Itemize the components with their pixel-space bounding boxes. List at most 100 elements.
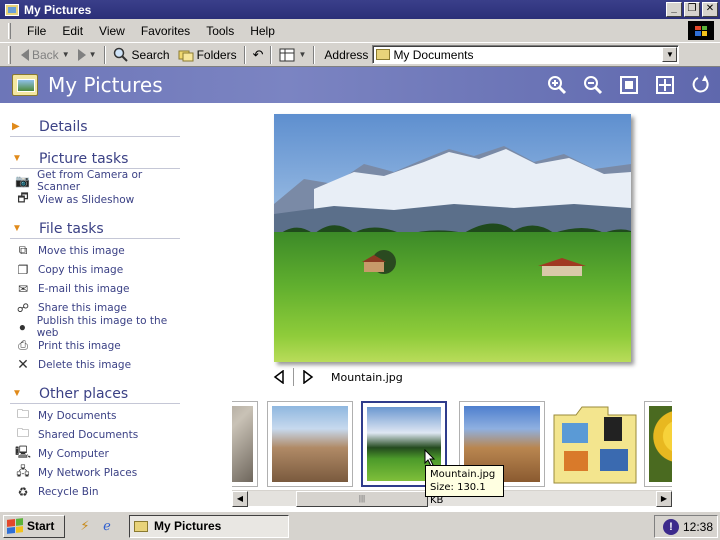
thumbnail[interactable] — [267, 401, 353, 487]
picture-tasks-header[interactable]: ▼ Picture tasks — [10, 149, 180, 169]
toolbar-grip[interactable] — [8, 45, 11, 64]
minimize-button[interactable]: _ — [666, 2, 682, 17]
back-label: Back — [32, 47, 59, 62]
zoom-out-button[interactable] — [582, 74, 604, 96]
place-shared-documents[interactable]: 🗀 Shared Documents — [10, 425, 180, 444]
thumbnail-image — [649, 406, 672, 482]
folders-button[interactable]: Folders — [174, 45, 241, 65]
forward-button[interactable]: ▼ — [74, 45, 101, 65]
task-publish-image[interactable]: ● Publish this image to the web — [10, 315, 180, 339]
previous-icon — [273, 370, 284, 384]
scrollbar-thumb[interactable]: ||| — [296, 491, 428, 507]
address-bar[interactable]: My Documents ▼ — [372, 45, 680, 64]
other-places-section: ▼ Other places 🗀 My Documents 🗀 Shared D… — [10, 384, 180, 501]
taskbar-window-label: My Pictures — [154, 519, 222, 533]
task-email-image[interactable]: ✉ E-mail this image — [10, 279, 180, 298]
image-preview[interactable] — [274, 114, 631, 362]
actual-size-icon — [656, 76, 674, 94]
task-label: Print this image — [38, 339, 121, 352]
thumbnail[interactable] — [232, 401, 258, 487]
move-icon: ⧉ — [18, 243, 28, 257]
search-button[interactable]: Search — [109, 45, 174, 65]
details-header[interactable]: ▶ Details — [10, 117, 180, 137]
toolbar-separator — [313, 45, 316, 64]
file-tasks-header[interactable]: ▼ File tasks — [10, 219, 180, 239]
task-label: Delete this image — [38, 358, 132, 371]
folder-header: My Pictures — [0, 67, 720, 103]
task-get-from-camera[interactable]: 📷 Get from Camera or Scanner — [10, 168, 180, 193]
place-label: Recycle Bin — [38, 485, 99, 498]
taskbar: Start ⚡ ℯ My Pictures ! 12:38 — [0, 511, 720, 540]
folders-label: Folders — [196, 47, 237, 62]
title-bar[interactable]: My Pictures _ ❐ ✕ — [0, 0, 720, 19]
internet-explorer-icon[interactable]: ℯ — [99, 518, 115, 534]
task-delete-image[interactable]: ✕ Delete this image — [10, 355, 180, 374]
rotate-icon — [692, 75, 709, 93]
actual-size-button[interactable] — [654, 74, 676, 96]
task-label: Share this image — [38, 301, 127, 314]
toolbar-separator — [103, 45, 106, 64]
taskbar-window-button[interactable]: My Pictures — [129, 514, 289, 538]
place-my-computer[interactable]: 🖳 My Computer — [10, 444, 180, 463]
previous-image-button[interactable] — [270, 368, 288, 386]
clock[interactable]: 12:38 — [683, 520, 713, 534]
other-places-title: Other places — [39, 385, 129, 402]
notification-alert-icon[interactable]: ! — [662, 518, 679, 535]
page-title: My Pictures — [48, 73, 163, 97]
menu-favorites[interactable]: Favorites — [133, 24, 198, 38]
start-button[interactable]: Start — [3, 514, 65, 538]
menu-tools[interactable]: Tools — [198, 24, 242, 38]
next-image-button[interactable] — [299, 368, 317, 386]
place-label: My Computer — [38, 447, 109, 460]
back-button[interactable]: Back ▼ — [17, 45, 74, 65]
window-title: My Pictures — [24, 2, 92, 17]
place-label: My Documents — [38, 409, 117, 422]
preview-farmhouses — [362, 250, 586, 276]
details-title: Details — [39, 118, 88, 135]
start-label: Start — [27, 519, 55, 533]
menubar-grip[interactable] — [8, 22, 11, 39]
task-label: E-mail this image — [38, 282, 130, 295]
views-button[interactable]: ▼ — [275, 45, 310, 65]
menu-view[interactable]: View — [91, 24, 133, 38]
task-copy-image[interactable]: ❐ Copy this image — [10, 260, 180, 279]
file-tasks-section: ▼ File tasks ⧉ Move this image ❐ Copy th… — [10, 219, 180, 374]
toolbar-separator — [270, 45, 273, 64]
task-view-slideshow[interactable]: 🗗 View as Slideshow — [10, 190, 180, 209]
rotate-button[interactable] — [690, 74, 712, 96]
place-my-network-places[interactable]: 🖧 My Network Places — [10, 463, 180, 482]
place-recycle-bin[interactable]: ♻ Recycle Bin — [10, 482, 180, 501]
menu-file[interactable]: File — [19, 24, 54, 38]
next-icon — [303, 370, 314, 384]
task-label: Get from Camera or Scanner — [37, 168, 143, 193]
close-button[interactable]: ✕ — [702, 2, 718, 17]
task-move-image[interactable]: ⧉ Move this image — [10, 241, 180, 260]
zoom-in-icon — [548, 76, 567, 95]
back-arrow-icon — [21, 48, 29, 61]
slideshow-icon: 🗗 — [17, 191, 29, 205]
menu-help[interactable]: Help — [242, 24, 283, 38]
task-print-image[interactable]: ⎙ Print this image — [10, 336, 180, 355]
menu-bar: File Edit View Favorites Tools Help — [0, 19, 720, 43]
undo-button[interactable]: ↶ — [249, 45, 268, 65]
restore-button[interactable]: ❐ — [684, 2, 700, 17]
place-my-documents[interactable]: 🗀 My Documents — [10, 406, 180, 425]
camera-icon: 📷 — [15, 173, 31, 188]
menu-edit[interactable]: Edit — [54, 24, 91, 38]
task-pane: ▶ Details ▼ Picture tasks 📷 Get from Cam… — [0, 103, 232, 511]
collapse-arrow-icon: ▼ — [12, 223, 22, 234]
zoom-in-button[interactable] — [546, 74, 568, 96]
scroll-left-button[interactable]: ◀ — [232, 491, 248, 507]
thumbnail[interactable] — [644, 401, 672, 487]
address-dropdown-button[interactable]: ▼ — [662, 47, 678, 62]
folder-thumbnail[interactable] — [552, 401, 638, 487]
best-fit-button[interactable] — [618, 74, 640, 96]
winamp-icon[interactable]: ⚡ — [77, 518, 93, 534]
tooltip-filename: Mountain.jpg — [430, 469, 496, 480]
forward-arrow-icon — [77, 48, 86, 61]
documents-icon: 🗀 — [16, 407, 29, 421]
system-tray: ! 12:38 — [654, 515, 718, 538]
scroll-right-button[interactable]: ▶ — [656, 491, 672, 507]
other-places-header[interactable]: ▼ Other places — [10, 384, 180, 404]
nav-separator — [293, 368, 294, 386]
